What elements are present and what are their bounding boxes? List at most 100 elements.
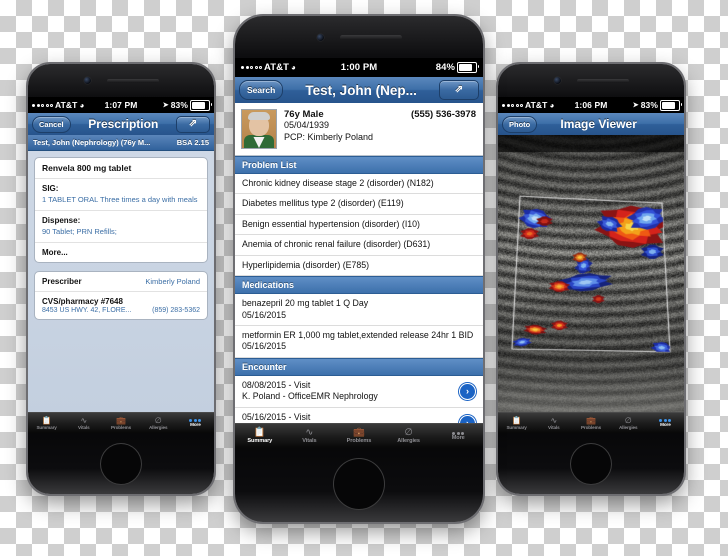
clock-label: 1:00 PM <box>340 62 378 73</box>
battery-icon <box>457 62 480 73</box>
tab-allergies[interactable]: ∅ Allergies <box>140 413 177 433</box>
list-item[interactable]: benazepril 20 mg tablet 1 Q Day 05/16/20… <box>235 294 483 326</box>
patient-bsa-label: BSA 2.15 <box>176 138 209 147</box>
avatar <box>241 109 277 149</box>
doppler-ultrasound-canvas[interactable] <box>498 135 684 413</box>
list-item[interactable]: Anemia of chronic renal failure (disorde… <box>235 235 483 256</box>
signal-strength-icon <box>241 66 262 69</box>
dispense-row: Dispense: 90 Tablet; PRN Refills; <box>35 211 207 244</box>
drug-name-label: Renvela 800 mg tablet <box>42 163 132 173</box>
list-item[interactable]: metformin ER 1,000 mg tablet,extended re… <box>235 326 483 358</box>
tab-label: Summary <box>36 424 57 430</box>
tab-problems[interactable]: 💼 Problems <box>102 413 139 433</box>
phone-middle: AT&T ◕ 1:00 PM 84% Search Test, John (Ne… <box>235 16 483 522</box>
tab-label: More <box>660 422 671 427</box>
home-button[interactable] <box>570 443 612 485</box>
list-item[interactable]: Hyperlipidemia (disorder) (E785) <box>235 256 483 277</box>
clock-label: 1:06 PM <box>574 100 608 110</box>
phone-right-bezel <box>498 64 684 97</box>
patient-banner[interactable]: Test, John (Nephrology) (76y M... BSA 2.… <box>28 135 214 151</box>
tab-vitals[interactable]: ∿ Vitals <box>535 413 572 433</box>
list-item[interactable]: Benign essential hypertension (disorder)… <box>235 215 483 236</box>
earpiece-speaker <box>576 78 629 83</box>
prescription-card: Renvela 800 mg tablet SIG: 1 TABLET ORAL… <box>34 157 208 264</box>
tab-label: More <box>451 434 465 441</box>
pharmacy-address: 8453 US HWY. 42, FLORE... <box>42 307 132 315</box>
share-icon[interactable]: ⇗ <box>176 115 210 133</box>
earpiece-speaker <box>339 34 402 40</box>
chevron-right-icon[interactable]: › <box>459 382 476 400</box>
share-icon[interactable]: ⇗ <box>439 80 479 100</box>
tab-more[interactable]: More <box>433 424 483 448</box>
tab-bar: 📋 Summary ∿ Vitals 💼 Problems ∅ Allergie… <box>498 412 684 433</box>
tab-label: Problems <box>110 424 132 430</box>
more-row[interactable]: More... <box>35 243 207 262</box>
phone-right-screen: AT&T ◕ 1:06 PM ➤ 83% Photo Image Viewer <box>498 97 684 433</box>
tab-bar: 📋 Summary ∿ Vitals 💼 Problems ∅ Allergie… <box>28 412 214 433</box>
status-bar: AT&T ◕ 1:00 PM 84% <box>235 58 483 77</box>
tab-label: Allergies <box>618 424 638 430</box>
list-item[interactable]: 05/16/2015 - Visit K. Poland - OfficeEMR… <box>235 408 483 424</box>
home-button[interactable] <box>333 458 385 510</box>
signal-strength-icon <box>502 103 523 107</box>
tab-vitals[interactable]: ∿ Vitals <box>65 413 102 433</box>
sig-row: SIG: 1 TABLET ORAL Three times a day wit… <box>35 179 207 212</box>
heartbeat-icon: ∿ <box>550 415 558 425</box>
no-entry-icon: ∅ <box>404 427 413 439</box>
pharmacy-name: CVS/pharmacy #7648 <box>42 297 123 307</box>
patient-header: 76y Male (555) 536-3978 05/04/1939 PCP: … <box>235 103 483 156</box>
wifi-icon: ◕ <box>291 63 296 72</box>
tab-label: Problems <box>580 424 602 430</box>
navigation-bar: Photo Image Viewer <box>498 113 684 136</box>
tab-label: Allergies <box>148 424 168 430</box>
tab-more[interactable]: More <box>177 413 214 433</box>
photo-back-button[interactable]: Photo <box>502 115 538 133</box>
search-button[interactable]: Search <box>239 80 284 100</box>
tab-problems[interactable]: 💼 Problems <box>334 424 384 448</box>
patient-name-label: Test, John (Nephrology) (76y M... <box>33 138 151 147</box>
carrier-label: AT&T <box>264 62 290 73</box>
tab-summary[interactable]: 📋 Summary <box>235 424 285 448</box>
list-item[interactable]: 08/08/2015 - Visit K. Poland - OfficeEMR… <box>235 376 483 408</box>
tab-summary[interactable]: 📋 Summary <box>28 413 65 433</box>
page-title: Test, John (Nep... <box>305 82 417 98</box>
phone-left-bezel <box>28 64 214 97</box>
tab-label: Vitals <box>548 424 560 430</box>
medical-bag-icon: 💼 <box>353 427 365 439</box>
clipboard-icon: 📋 <box>41 415 52 425</box>
tab-allergies[interactable]: ∅ Allergies <box>610 413 647 433</box>
heartbeat-icon: ∿ <box>80 415 88 425</box>
cancel-button[interactable]: Cancel <box>32 115 71 133</box>
prescriber-name: Kimberly Poland <box>145 277 200 287</box>
tab-label: Problems <box>346 437 372 444</box>
drug-row[interactable]: Renvela 800 mg tablet <box>35 158 207 179</box>
navigation-bar: Cancel Prescription ⇗ <box>28 113 214 136</box>
prescriber-row[interactable]: Prescriber Kimberly Poland <box>35 272 207 293</box>
patient-phone[interactable]: (555) 536-3978 <box>411 109 476 120</box>
tab-label: Summary <box>506 424 527 430</box>
home-button[interactable] <box>100 443 142 485</box>
tab-more[interactable]: More <box>647 413 684 433</box>
battery-percent-label: 83% <box>640 100 659 110</box>
ultrasound-image[interactable] <box>498 135 684 413</box>
list-item[interactable]: Diabetes mellitus type 2 (disorder) (E11… <box>235 194 483 215</box>
phone-middle-bezel <box>235 16 483 58</box>
phone-left: AT&T ◕ 1:07 PM ➤ 83% Cancel Prescription… <box>28 64 214 494</box>
tab-problems[interactable]: 💼 Problems <box>572 413 609 433</box>
encounter-text: 08/08/2015 - Visit K. Poland - OfficeEMR… <box>242 379 378 402</box>
front-camera-icon <box>553 77 561 84</box>
battery-percent-label: 83% <box>170 100 189 110</box>
tab-summary[interactable]: 📋 Summary <box>498 413 535 433</box>
tab-allergies[interactable]: ∅ Allergies <box>384 424 434 448</box>
medical-bag-icon: 💼 <box>116 415 126 425</box>
clipboard-icon: 📋 <box>253 427 266 439</box>
sig-value: 1 TABLET ORAL Three times a day with mea… <box>42 195 198 204</box>
tab-vitals[interactable]: ∿ Vitals <box>285 424 335 448</box>
battery-percent-label: 84% <box>435 62 456 73</box>
tab-label: Allergies <box>397 437 420 444</box>
wifi-icon: ◕ <box>549 100 555 110</box>
tab-bar: 📋 Summary ∿ Vitals 💼 Problems ∅ Allergie… <box>235 423 483 448</box>
heartbeat-icon: ∿ <box>305 427 314 439</box>
list-item[interactable]: Chronic kidney disease stage 2 (disorder… <box>235 174 483 195</box>
pharmacy-row[interactable]: CVS/pharmacy #7648 8453 US HWY. 42, FLOR… <box>35 292 207 319</box>
